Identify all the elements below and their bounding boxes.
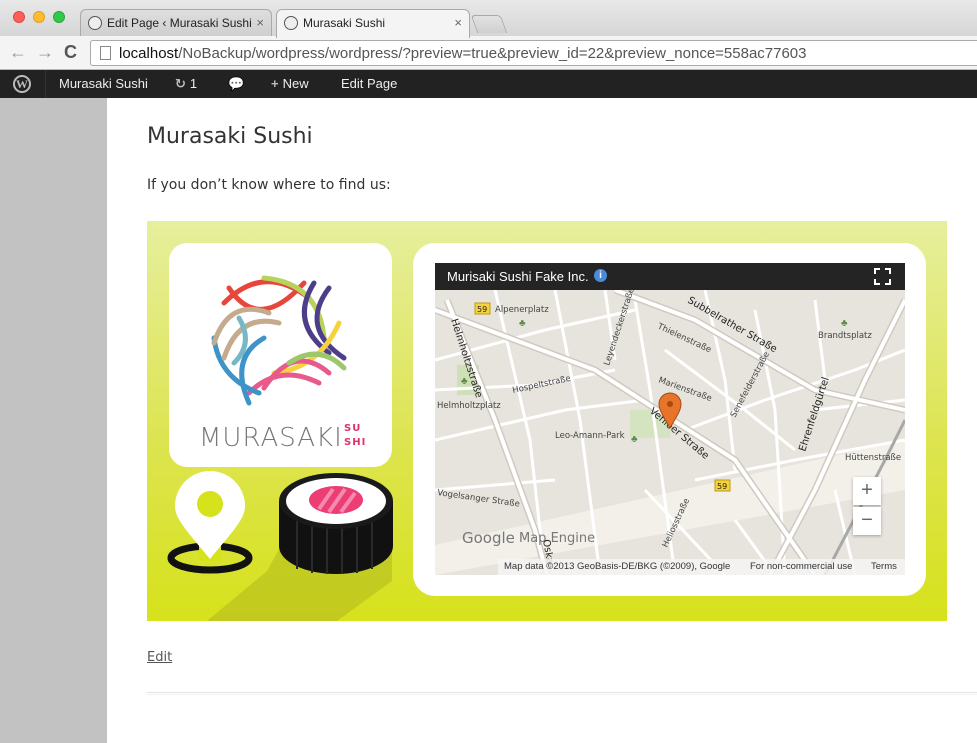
- reload-icon[interactable]: C: [64, 42, 77, 62]
- site-name-link[interactable]: Murasaki Sushi: [59, 70, 148, 98]
- updates-link[interactable]: ↻ 1: [175, 70, 197, 98]
- plus-icon: +: [271, 76, 279, 91]
- svg-text:Helmholtzplatz: Helmholtzplatz: [437, 401, 501, 411]
- svg-text:Alpenerplatz: Alpenerplatz: [495, 305, 549, 315]
- left-gutter: [0, 98, 107, 743]
- tab-label: Murasaki Sushi: [303, 16, 386, 30]
- comments-link[interactable]: 💬: [228, 70, 248, 98]
- svg-text:Brandtsplatz: Brandtsplatz: [818, 331, 872, 341]
- forward-arrow-icon[interactable]: →: [36, 42, 54, 62]
- wordpress-menu[interactable]: W: [0, 70, 46, 98]
- back-arrow-icon[interactable]: ←: [9, 42, 27, 62]
- close-window-button[interactable]: [13, 11, 25, 23]
- map-terms-link[interactable]: Terms: [871, 559, 897, 575]
- map-usage-note: For non-commercial use: [750, 561, 853, 572]
- logo-wordmark: MURASAKI: [199, 423, 343, 453]
- map-header: Murisaki Sushi Fake Inc. i: [435, 263, 905, 290]
- map-attribution-bar: Map data ©2013 GeoBasis-DE/BKG (©2009), …: [498, 559, 905, 575]
- close-tab-icon[interactable]: ×: [454, 10, 462, 36]
- svg-text:Leo-Amann-Park: Leo-Amann-Park: [555, 431, 625, 441]
- logo-sub-bottom: SHI: [344, 437, 367, 448]
- refresh-icon: ↻: [175, 76, 186, 91]
- sushi-roll-icon: [279, 473, 393, 574]
- zoom-in-button[interactable]: +: [853, 477, 881, 505]
- page-icon: [100, 46, 111, 60]
- browser-tab-bar: Edit Page ‹ Murasaki Sushi × Murasaki Su…: [0, 0, 977, 38]
- new-tab-button[interactable]: [470, 15, 508, 33]
- edit-page-link[interactable]: Edit Page: [341, 70, 397, 98]
- browser-toolbar: ← → C localhost/NoBackup/wordpress/wordp…: [0, 36, 977, 70]
- wordpress-favicon-icon: [88, 16, 102, 30]
- close-tab-icon[interactable]: ×: [256, 10, 264, 36]
- google-logo: Google: [462, 529, 515, 547]
- logo-sub-top: SU: [344, 423, 362, 434]
- map-attribution: Map data ©2013 GeoBasis-DE/BKG (©2009), …: [504, 561, 731, 572]
- svg-text:♣: ♣: [841, 318, 848, 329]
- comment-bubble-icon: 💬: [228, 76, 245, 91]
- tab-edit-page[interactable]: Edit Page ‹ Murasaki Sushi ×: [80, 9, 272, 37]
- location-pin-icon: [167, 471, 253, 574]
- url-text[interactable]: localhost/NoBackup/wordpress/wordpress/?…: [119, 45, 807, 62]
- svg-text:Hüttenstraße: Hüttenstraße: [845, 453, 901, 463]
- fish-wreath-logo-icon: [211, 275, 347, 406]
- tab-label: Edit Page ‹ Murasaki Sushi: [107, 16, 252, 30]
- zoom-window-button[interactable]: [53, 11, 65, 23]
- logo-card: MURASAKI SU SHI: [169, 243, 392, 467]
- wordpress-logo-icon: W: [13, 75, 31, 93]
- map-title: Murisaki Sushi Fake Inc.: [447, 269, 589, 284]
- address-bar[interactable]: localhost/NoBackup/wordpress/wordpress/?…: [90, 40, 977, 66]
- tab-murasaki-sushi[interactable]: Murasaki Sushi ×: [276, 9, 470, 38]
- edit-link[interactable]: Edit: [147, 650, 172, 665]
- location-and-sushi-illustration: [167, 471, 393, 621]
- svg-text:♣: ♣: [519, 318, 526, 329]
- embedded-map[interactable]: ♣ ♣ ♣ ♣ Alpenerplatz Subbelrather Straße…: [435, 263, 905, 575]
- wordpress-favicon-icon: [284, 16, 298, 30]
- location-banner: MURASAKI SU SHI ♣ ♣ ♣ ♣ Alpenerplatz Sub…: [147, 221, 947, 621]
- minimize-window-button[interactable]: [33, 11, 45, 23]
- fullscreen-icon[interactable]: [874, 268, 891, 285]
- map-card: ♣ ♣ ♣ ♣ Alpenerplatz Subbelrather Straße…: [413, 243, 926, 596]
- map-engine-label: Map Engine: [519, 531, 596, 546]
- new-content-link[interactable]: + New: [271, 70, 309, 98]
- wp-admin-bar: W Murasaki Sushi ↻ 1 💬 + New Edit Page: [0, 70, 977, 98]
- info-icon[interactable]: i: [594, 269, 607, 282]
- divider: [147, 692, 977, 695]
- svg-text:♣: ♣: [631, 434, 638, 445]
- page-title: Murasaki Sushi: [147, 124, 313, 149]
- zoom-out-button[interactable]: −: [853, 507, 881, 535]
- svg-text:59: 59: [717, 482, 727, 491]
- svg-text:59: 59: [477, 305, 487, 314]
- intro-text: If you don’t know where to find us:: [147, 177, 391, 193]
